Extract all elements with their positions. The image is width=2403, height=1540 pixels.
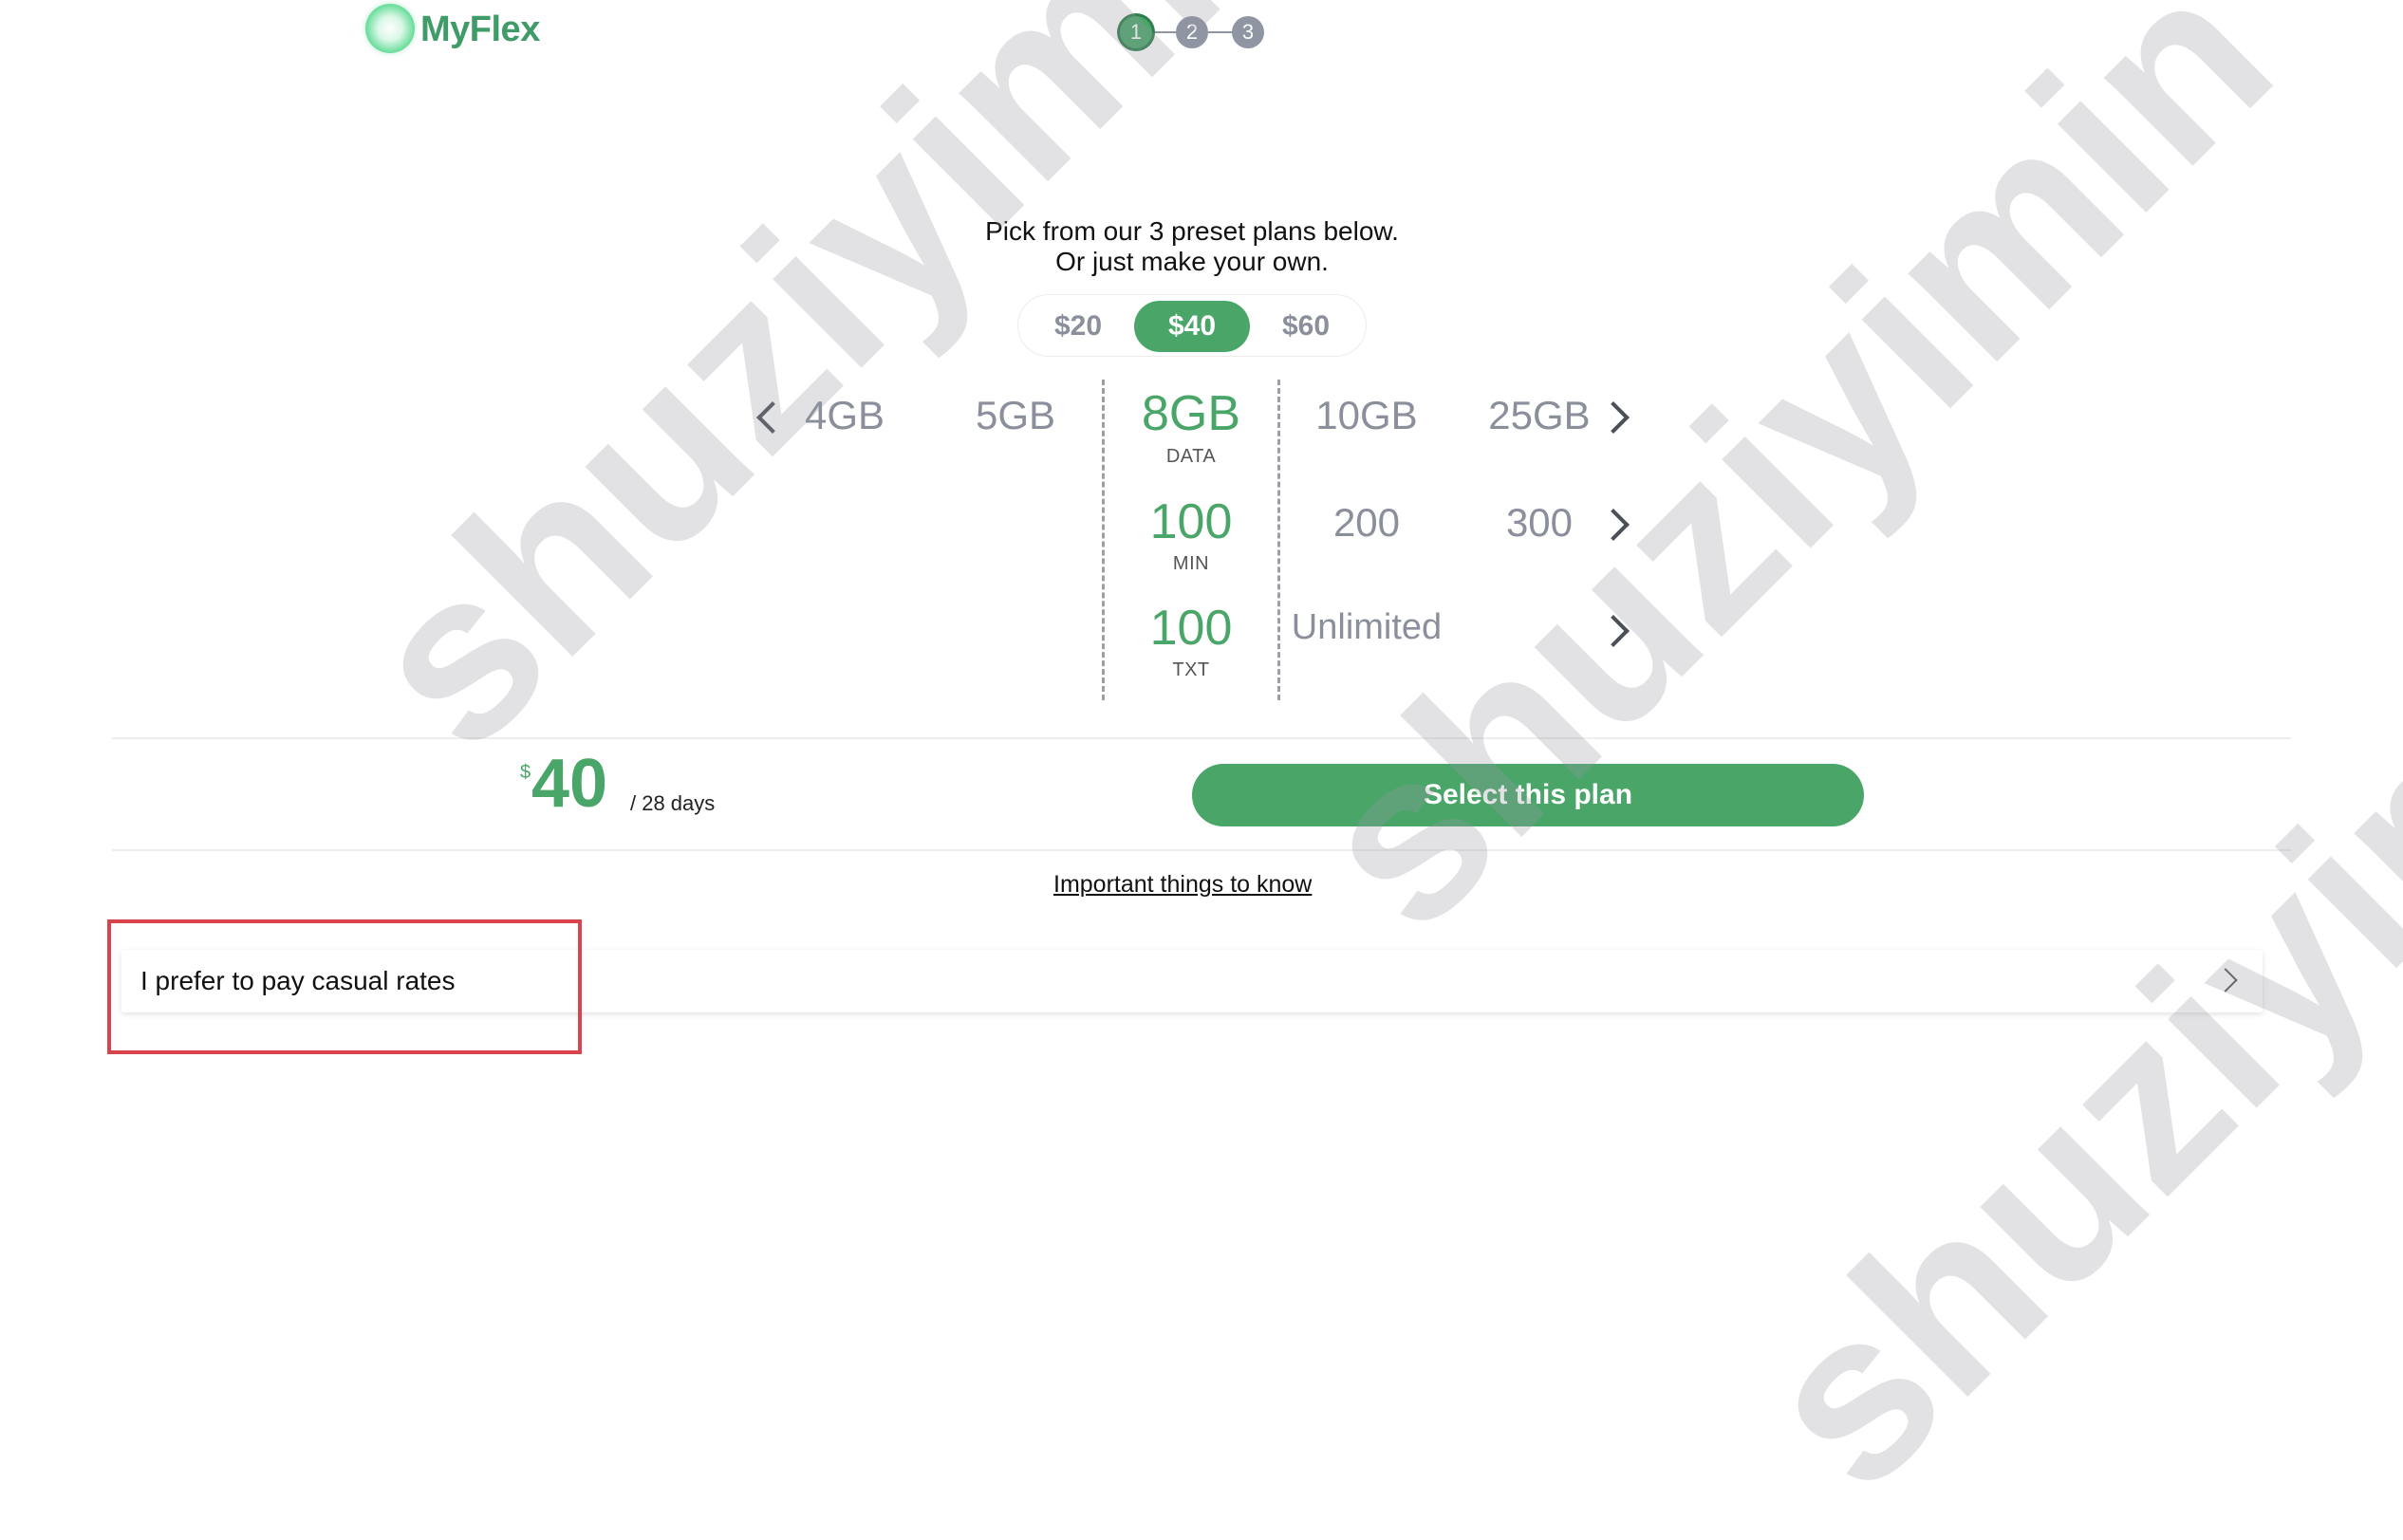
data-option-4gb[interactable]: 4GB <box>788 393 902 438</box>
txt-next-chevron-icon[interactable] <box>1597 615 1630 647</box>
intro-line-1: Pick from our 3 preset plans below. <box>985 216 1399 246</box>
select-plan-button[interactable]: Select this plan <box>1192 764 1864 826</box>
highlight-annotation <box>107 919 582 1054</box>
intro-line-2: Or just make your own. <box>1055 247 1329 276</box>
txt-option-unlimited[interactable]: Unlimited <box>1291 607 1443 648</box>
plan-period: / 28 days <box>630 791 716 815</box>
important-things-link[interactable]: Important things to know <box>1053 871 1312 899</box>
divider <box>112 849 2291 851</box>
data-option-10gb[interactable]: 10GB <box>1300 393 1433 438</box>
step-1: 1 <box>1120 16 1152 48</box>
price-option-40[interactable]: $40 <box>1134 301 1250 352</box>
data-option-8gb[interactable]: 8GB <box>1120 385 1262 442</box>
plan-price: 40 <box>531 746 608 822</box>
min-option-300[interactable]: 300 <box>1473 500 1606 546</box>
data-option-5gb[interactable]: 5GB <box>959 393 1072 438</box>
data-unit-label: DATA <box>1165 446 1217 467</box>
logo-text: MyFlex <box>420 9 540 49</box>
price-currency: $ <box>520 762 531 783</box>
min-option-200[interactable]: 200 <box>1300 500 1433 546</box>
txt-unit-label: TXT <box>1172 659 1210 680</box>
watermark-text: shuziyimin <box>1264 0 2319 978</box>
divider <box>112 737 2291 739</box>
min-option-100[interactable]: 100 <box>1120 493 1262 550</box>
min-unit-label: MIN <box>1172 553 1210 574</box>
selected-column-left-divider <box>1102 380 1105 700</box>
step-3: 3 <box>1232 16 1264 48</box>
data-option-25gb[interactable]: 25GB <box>1473 393 1606 438</box>
price-option-60[interactable]: $60 <box>1251 301 1361 352</box>
selected-column-right-divider <box>1277 380 1280 700</box>
data-prev-chevron-icon[interactable] <box>756 401 789 434</box>
watermark-text: shuziyimin.org <box>1710 166 2403 1538</box>
price-option-20[interactable]: $20 <box>1023 301 1133 352</box>
myflex-logo-icon <box>365 4 415 53</box>
txt-option-100[interactable]: 100 <box>1120 600 1262 657</box>
step-2: 2 <box>1176 16 1208 48</box>
